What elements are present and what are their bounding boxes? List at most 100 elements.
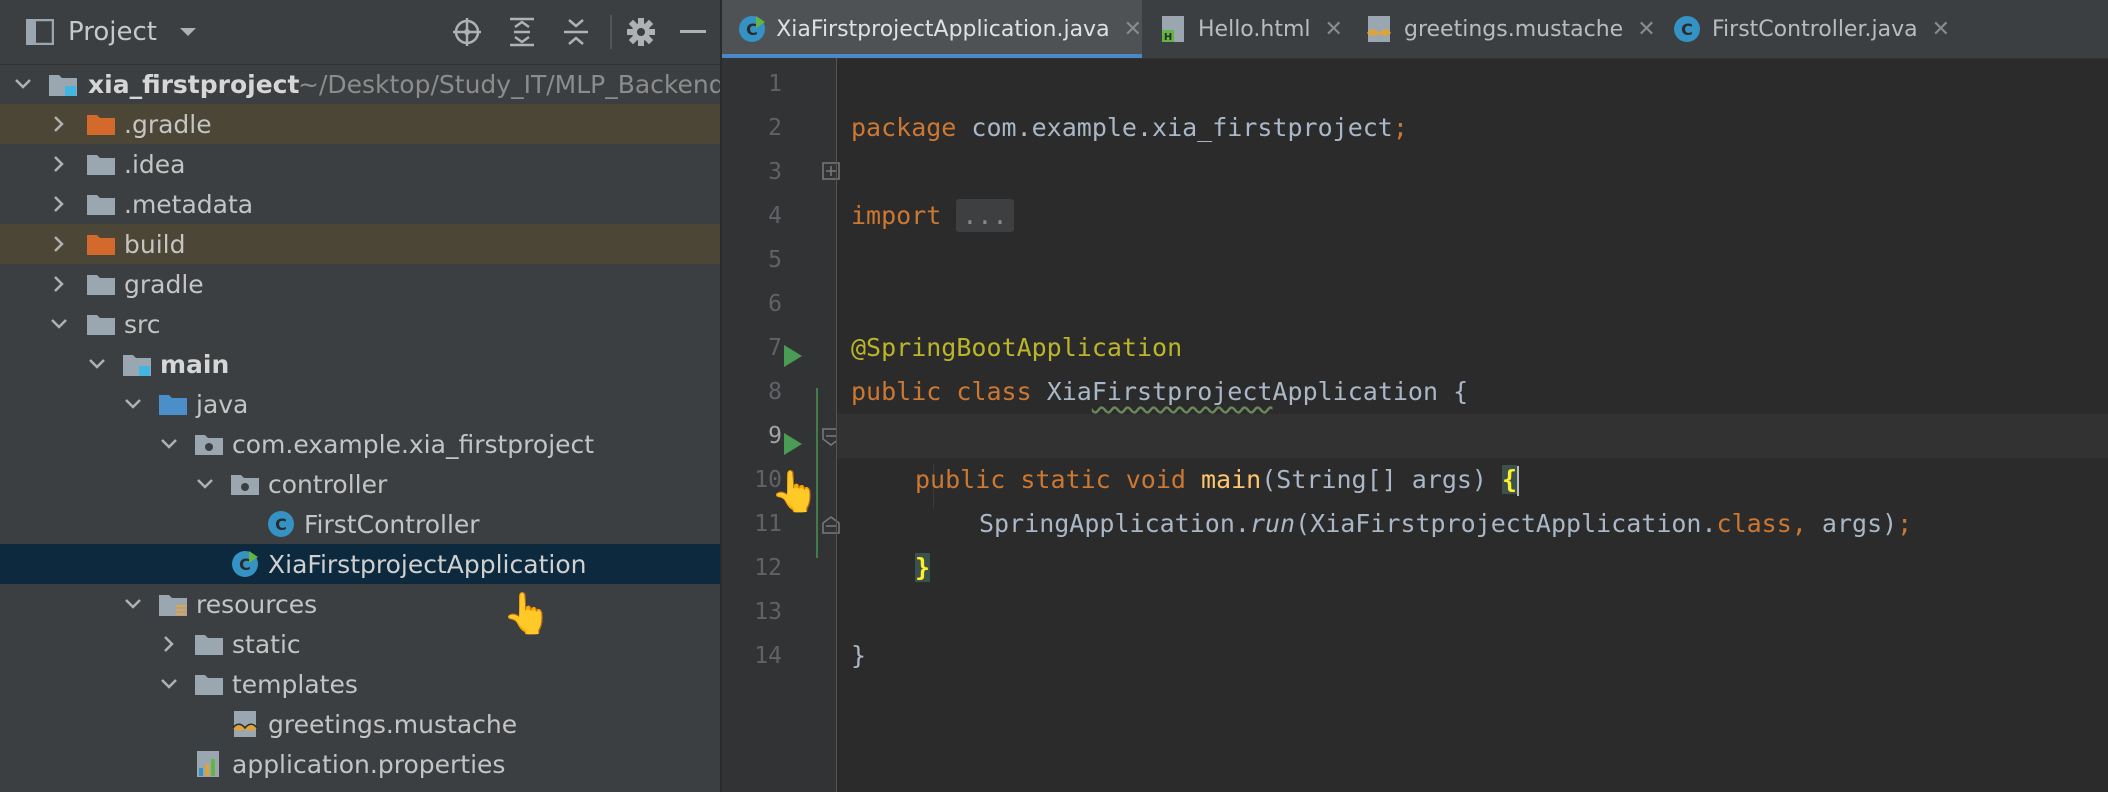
line-number: 7 (768, 335, 782, 361)
tab-label: greetings.mustache (1404, 16, 1624, 42)
tree-item-greetings-mustache[interactable]: greetings.mustache (0, 704, 720, 744)
tree-item-label: .metadata (124, 189, 254, 219)
code-line-1: package com.example.xia_firstproject; (837, 62, 2108, 142)
pointer-hand-icon: 👆 (502, 591, 552, 637)
code-line-13: } (837, 590, 2108, 670)
project-view-title[interactable]: Project (68, 0, 157, 64)
folded-imports[interactable]: ... (956, 199, 1014, 232)
expand-all-icon[interactable] (508, 0, 536, 64)
chevron-down-icon[interactable] (12, 73, 34, 95)
tree-item-build[interactable]: build (0, 224, 720, 264)
package-icon (194, 431, 224, 457)
chevron-down-icon[interactable] (158, 673, 180, 695)
tab-label: Hello.html (1198, 16, 1311, 42)
line-number-current: 9 (768, 423, 782, 449)
code-line-3: import ... (837, 150, 2108, 232)
semicolon: ; (1392, 113, 1408, 142)
tree-item-controller[interactable]: controller (0, 464, 720, 504)
gear-icon[interactable] (626, 0, 656, 64)
chevron-right-icon[interactable] (48, 193, 70, 215)
chevron-down-icon[interactable] (48, 313, 70, 335)
view-dropdown-icon[interactable] (178, 0, 198, 64)
editor-tab-bar: C XiaFirstprojectApplication.java ✕ H He… (722, 0, 2108, 59)
tab-label: FirstController.java (1712, 16, 1918, 42)
tree-item-gradle-hidden[interactable]: .gradle (0, 104, 720, 144)
resources-folder-icon (158, 591, 188, 617)
tree-item-application-properties[interactable]: application.properties (0, 744, 720, 784)
run-main-icon[interactable] (780, 431, 806, 457)
tree-item-main[interactable]: main (0, 344, 720, 384)
tree-item-templates[interactable]: templates (0, 664, 720, 704)
excluded-folder-icon (86, 231, 116, 257)
tree-item-first-controller[interactable]: C FirstController (0, 504, 720, 544)
tree-item-src[interactable]: src (0, 304, 720, 344)
tree-item-resources[interactable]: resources (0, 584, 720, 624)
spring-class-icon: C (230, 551, 260, 577)
tree-item-gradle[interactable]: gradle (0, 264, 720, 304)
tree-item-label: greetings.mustache (268, 709, 518, 739)
locate-icon[interactable] (452, 0, 482, 64)
tree-item-static[interactable]: static (0, 624, 720, 664)
tree-item-idea[interactable]: .idea (0, 144, 720, 184)
chevron-right-icon[interactable] (48, 153, 70, 175)
line-number: 13 (754, 599, 782, 625)
tab-greetings-mustache[interactable]: greetings.mustache ✕ (1364, 0, 1656, 58)
folder-icon (194, 631, 224, 657)
folder-icon (86, 151, 116, 177)
chevron-down-icon[interactable] (158, 433, 180, 455)
excluded-folder-icon (86, 111, 116, 137)
tree-item-metadata[interactable]: .metadata (0, 184, 720, 224)
tree-item-label: XiaFirstprojectApplication (268, 549, 587, 579)
close-icon[interactable]: ✕ (1637, 17, 1655, 42)
code-line-10: SpringApplication.run(XiaFirstprojectApp… (837, 458, 2108, 538)
tab-first-controller[interactable]: C FirstController.java ✕ (1672, 0, 1950, 58)
tree-item-xia-application[interactable]: C XiaFirstprojectApplication (0, 544, 720, 584)
matched-brace: } (915, 553, 931, 582)
collapse-all-icon[interactable] (562, 0, 590, 64)
source-folder-icon (158, 391, 188, 417)
typo-highlight: Firstproject (1091, 377, 1273, 406)
tree-item-label: resources (196, 589, 318, 619)
tab-xia-application[interactable]: C XiaFirstprojectApplication.java ✕ (722, 0, 1142, 58)
folder-icon (86, 311, 116, 337)
svg-text:C: C (1681, 20, 1693, 39)
tree-item-label: application.properties (232, 749, 506, 779)
svg-text:C: C (275, 515, 287, 534)
svg-text:H: H (1164, 32, 1172, 43)
line-number: 8 (768, 379, 782, 405)
project-view-icon[interactable] (26, 0, 54, 64)
tree-item-label: com.example.xia_firstproject (232, 429, 595, 459)
folder-icon (86, 191, 116, 217)
line-number: 2 (768, 115, 782, 141)
tree-item-label: .idea (124, 149, 186, 179)
hide-icon[interactable] (680, 0, 706, 64)
close-icon[interactable]: ✕ (1932, 17, 1950, 42)
chevron-right-icon[interactable] (48, 233, 70, 255)
code-area[interactable]: package com.example.xia_firstproject; im… (837, 58, 2108, 792)
chevron-down-icon[interactable] (194, 473, 216, 495)
chevron-down-icon[interactable] (122, 393, 144, 415)
tree-item-label: build (124, 229, 186, 259)
close-icon[interactable]: ✕ (1324, 17, 1342, 42)
code-editor[interactable]: C XiaFirstprojectApplication.java ✕ H He… (722, 0, 2108, 792)
chevron-right-icon[interactable] (48, 113, 70, 135)
chevron-down-icon[interactable] (86, 353, 108, 375)
tab-hello-html[interactable]: H Hello.html ✕ (1158, 0, 1343, 58)
java-class-icon: C (266, 511, 296, 537)
root-project-path: ~/Desktop/Study_IT/MLP_Backend/ (298, 69, 720, 99)
mustache-file-icon (1364, 14, 1394, 44)
editor-gutter[interactable]: 1 2 3 4 5 6 7 8 9 10 11 12 13 14 👆 (722, 58, 840, 792)
tree-item-package[interactable]: com.example.xia_firstproject (0, 424, 720, 464)
tree-item-label: controller (268, 469, 388, 499)
tree-root-row[interactable]: xia_firstproject ~/Desktop/Study_IT/MLP_… (0, 64, 720, 104)
chevron-down-icon[interactable] (122, 593, 144, 615)
chevron-right-icon (48, 784, 70, 792)
line-number: 14 (754, 643, 782, 669)
run-class-icon[interactable] (780, 343, 806, 369)
chevron-right-icon[interactable] (158, 633, 180, 655)
chevron-right-icon[interactable] (48, 273, 70, 295)
project-toolbar: Project (0, 0, 720, 65)
tree-item-java[interactable]: java (0, 384, 720, 424)
package-icon (230, 471, 260, 497)
close-icon[interactable]: ✕ (1124, 17, 1142, 42)
